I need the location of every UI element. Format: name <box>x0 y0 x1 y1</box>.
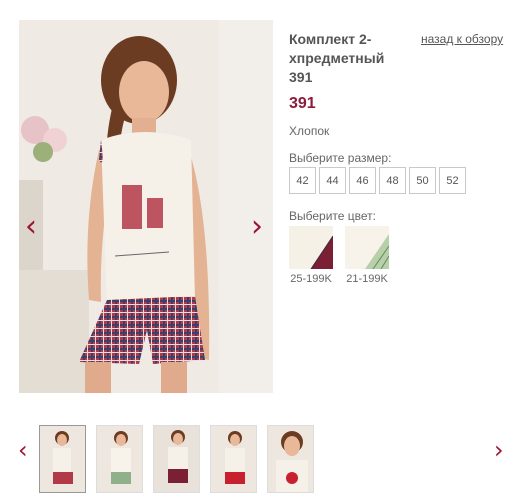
prev-photo-arrow[interactable]: ‹ <box>25 212 37 242</box>
size-label: Выберите размер: <box>289 151 392 165</box>
thumbs-prev-arrow[interactable]: ‹ <box>18 438 28 462</box>
thumbnail-4[interactable] <box>210 425 257 493</box>
back-to-overview-link[interactable]: назад к обзору <box>421 32 503 46</box>
thumbnail-2[interactable] <box>96 425 143 493</box>
size-options: 42 44 46 48 50 52 <box>289 167 466 194</box>
thumbnail-strip <box>39 425 314 493</box>
color-swatch-21-199k[interactable] <box>345 226 389 269</box>
size-option[interactable]: 52 <box>439 167 466 194</box>
color-swatch-caption: 25-199K <box>290 273 332 285</box>
thumbs-next-arrow[interactable]: › <box>494 438 504 462</box>
main-product-photo <box>19 20 273 393</box>
color-label: Выберите цвет: <box>289 209 377 223</box>
size-option[interactable]: 44 <box>319 167 346 194</box>
thumbnail-3[interactable] <box>153 425 200 493</box>
product-title: Комплект 2-хпредметный 391 <box>289 31 385 85</box>
product-price: 391 <box>289 95 316 112</box>
product-material: Хлопок <box>289 124 330 138</box>
size-option[interactable]: 50 <box>409 167 436 194</box>
thumbnail-1[interactable] <box>39 425 86 493</box>
size-option[interactable]: 46 <box>349 167 376 194</box>
color-swatch-caption: 21-199K <box>346 273 388 285</box>
thumbnail-5[interactable] <box>267 425 314 493</box>
size-option[interactable]: 42 <box>289 167 316 194</box>
color-swatch-25-199k[interactable] <box>289 226 333 269</box>
next-photo-arrow[interactable]: › <box>251 212 263 242</box>
size-option[interactable]: 48 <box>379 167 406 194</box>
